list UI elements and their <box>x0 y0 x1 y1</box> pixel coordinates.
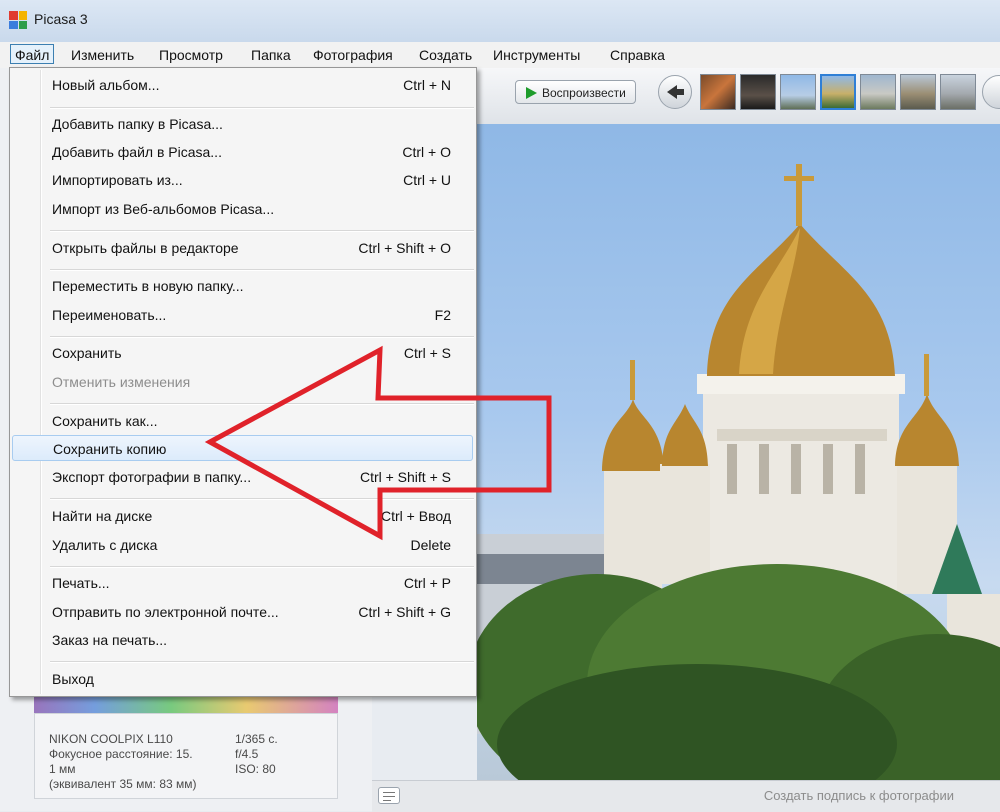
menu-item-export-photo[interactable]: Экспорт фотографии в папку... Ctrl + Shif… <box>10 464 476 490</box>
menu-item-import-web-albums[interactable]: Импорт из Веб-альбомов Picasa... <box>10 196 476 222</box>
menu-separator <box>50 269 474 271</box>
thumbnail[interactable] <box>860 74 896 110</box>
menu-separator <box>50 107 474 109</box>
thumbnail[interactable] <box>700 74 736 110</box>
menu-item-add-folder[interactable]: Добавить папку в Picasa... <box>10 111 476 137</box>
slideshow-button[interactable]: Воспроизвести <box>515 80 636 104</box>
equiv-focal: (эквивалент 35 мм: 83 мм) <box>49 777 197 791</box>
title-bar: Picasa 3 <box>0 0 1000 43</box>
menu-item-print[interactable]: Печать... Ctrl + P <box>10 570 476 596</box>
iso: ISO: 80 <box>235 762 276 776</box>
thumbnail[interactable] <box>940 74 976 110</box>
menu-item-new-album[interactable]: Новый альбом... Ctrl + N <box>10 72 476 98</box>
picasa-logo-icon <box>9 11 27 29</box>
play-icon <box>526 87 537 99</box>
menu-item-rename[interactable]: Переименовать... F2 <box>10 302 476 328</box>
menu-item-move-to-folder[interactable]: Переместить в новую папку... <box>10 273 476 299</box>
menu-item-order-prints[interactable]: Заказ на печать... <box>10 627 476 653</box>
menu-view[interactable]: Просмотр <box>155 46 227 64</box>
thumbnail[interactable] <box>780 74 816 110</box>
aperture: f/4.5 <box>235 747 259 761</box>
menu-edit[interactable]: Изменить <box>67 46 138 64</box>
thumbnail-selected[interactable] <box>820 74 856 110</box>
menu-item-email[interactable]: Отправить по электронной почте... Ctrl + … <box>10 599 476 625</box>
menu-tools[interactable]: Инструменты <box>489 46 584 64</box>
focal-length: Фокусное расстояние: 15. <box>49 747 193 761</box>
menu-item-delete-from-disk[interactable]: Удалить с диска Delete <box>10 532 476 558</box>
photo-info-panel: NIKON COOLPIX L110 Фокусное расстояние: … <box>34 713 338 799</box>
menu-item-add-file[interactable]: Добавить файл в Picasa... Ctrl + O <box>10 139 476 165</box>
menu-item-save-copy[interactable]: Сохранить копию <box>12 435 473 461</box>
file-menu-dropdown: Новый альбом... Ctrl + N Добавить папку в… <box>9 67 477 697</box>
menu-separator <box>50 661 474 663</box>
menu-separator <box>50 230 474 232</box>
caption-toggle-button[interactable] <box>378 787 400 804</box>
photo-preview[interactable] <box>477 124 1000 780</box>
photo-toolbar: Воспроизвести <box>477 68 1000 125</box>
shutter-speed: 1/365 с. <box>235 732 278 746</box>
menu-separator <box>50 566 474 568</box>
thumbnail[interactable] <box>740 74 776 110</box>
menu-item-exit[interactable]: Выход <box>10 666 476 692</box>
menu-item-save[interactable]: Сохранить Ctrl + S <box>10 340 476 366</box>
menu-item-save-as[interactable]: Сохранить как... <box>10 408 476 434</box>
menu-separator <box>50 403 474 405</box>
camera-model: NIKON COOLPIX L110 <box>49 732 173 746</box>
menu-help[interactable]: Справка <box>606 46 669 64</box>
menu-separator <box>50 336 474 338</box>
cathedral-photo <box>477 164 1000 780</box>
menu-separator <box>50 498 474 500</box>
focal-length-cont: 1 мм <box>49 762 76 776</box>
caption-input[interactable]: Создать подпись к фотографии <box>764 788 954 803</box>
menu-item-undo-changes: Отменить изменения <box>52 374 191 390</box>
menu-photo[interactable]: Фотография <box>309 46 397 64</box>
slideshow-label: Воспроизвести <box>542 86 626 100</box>
caption-bar: Создать подпись к фотографии <box>372 780 1000 812</box>
menu-file[interactable]: Файл <box>10 44 55 64</box>
menu-item-open-in-editor[interactable]: Открыть файлы в редакторе Ctrl + Shift + … <box>10 235 476 261</box>
menu-item-import[interactable]: Импортировать из... Ctrl + U <box>10 167 476 193</box>
thumbnail[interactable] <box>900 74 936 110</box>
menu-create[interactable]: Создать <box>415 46 476 64</box>
menu-folder[interactable]: Папка <box>247 46 295 64</box>
menu-bar: Файл Изменить Просмотр Папка Фотография … <box>0 42 1000 69</box>
menu-item-locate-on-disk[interactable]: Найти на диске Ctrl + Ввод <box>10 503 476 529</box>
previous-photo-button[interactable] <box>658 75 692 109</box>
window-title: Picasa 3 <box>34 11 88 27</box>
next-photo-button[interactable] <box>982 75 1000 109</box>
